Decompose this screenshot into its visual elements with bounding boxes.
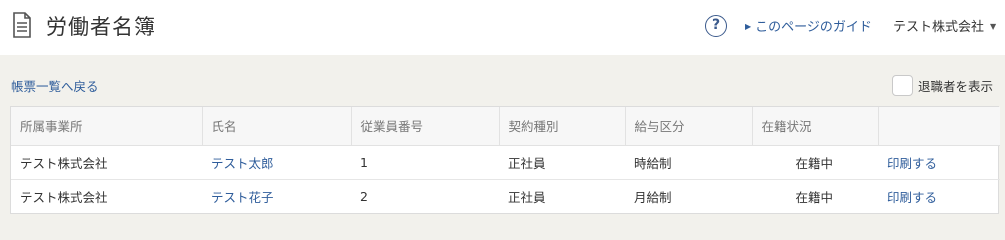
table-header-row: 所属事業所 氏名 従業員番号 契約種別 給与区分 在籍状況 [11,107,1000,146]
cell-office: テスト株式会社 [20,189,108,205]
cell-status: 在籍中 [795,189,833,205]
cell-employee-no: 2 [360,188,368,204]
column-header-contract: 契約種別 [499,107,626,146]
print-link[interactable]: 印刷する [878,145,1000,180]
column-header-employee-no: 従業員番号 [351,107,500,146]
worker-register-table: 所属事業所 氏名 従業員番号 契約種別 給与区分 在籍状況 テスト株式会社 テス… [10,106,1000,214]
company-name: テスト株式会社 [893,20,985,35]
show-retired-checkbox[interactable] [892,74,913,96]
cell-contract: 正社員 [508,189,546,205]
table-row: テスト株式会社 テスト花子 2 正社員 月給制 在籍中 印刷する [11,179,1000,213]
cell-contract: 正社員 [499,145,625,180]
employee-name-link[interactable]: テスト太郎 [202,145,351,180]
column-header-pay-type: 給与区分 [625,107,753,146]
document-icon [13,12,31,38]
print-link[interactable]: 印刷する [878,179,1000,213]
page-guide-label: このページのガイド [755,20,872,35]
column-header-name: 氏名 [202,107,352,146]
column-header-status: 在籍状況 [752,107,879,146]
page-title: 労働者名簿 [46,15,156,39]
cell-status: 在籍中 [752,145,878,180]
table-row: テスト株式会社 テスト太郎 1 正社員 時給制 在籍中 印刷する [11,145,1000,180]
cell-pay-type: 月給制 [634,189,672,205]
employee-name-link[interactable]: テスト花子 [202,179,351,213]
triangle-right-icon: ▶ [745,22,752,31]
cell-pay-type: 時給制 [625,145,752,180]
show-retired-label: 退職者を表示 [918,78,994,94]
column-header-office: 所属事業所 [11,107,203,146]
cell-employee-no: 1 [351,145,499,180]
help-icon[interactable]: ? [705,15,727,37]
cell-office: テスト株式会社 [11,145,202,180]
company-menu[interactable]: テスト株式会社 ▼ [893,16,996,35]
show-retired-toggle[interactable]: 退職者を表示 [892,74,993,96]
column-header-action [878,107,1000,146]
caret-down-icon: ▼ [990,22,997,31]
app-header: 労働者名簿 ? ▶ このページのガイド テスト株式会社 ▼ [0,0,1005,55]
page-guide-link[interactable]: ▶ このページのガイド [745,16,872,35]
back-to-list-link[interactable]: 帳票一覧へ戻る [11,76,99,95]
